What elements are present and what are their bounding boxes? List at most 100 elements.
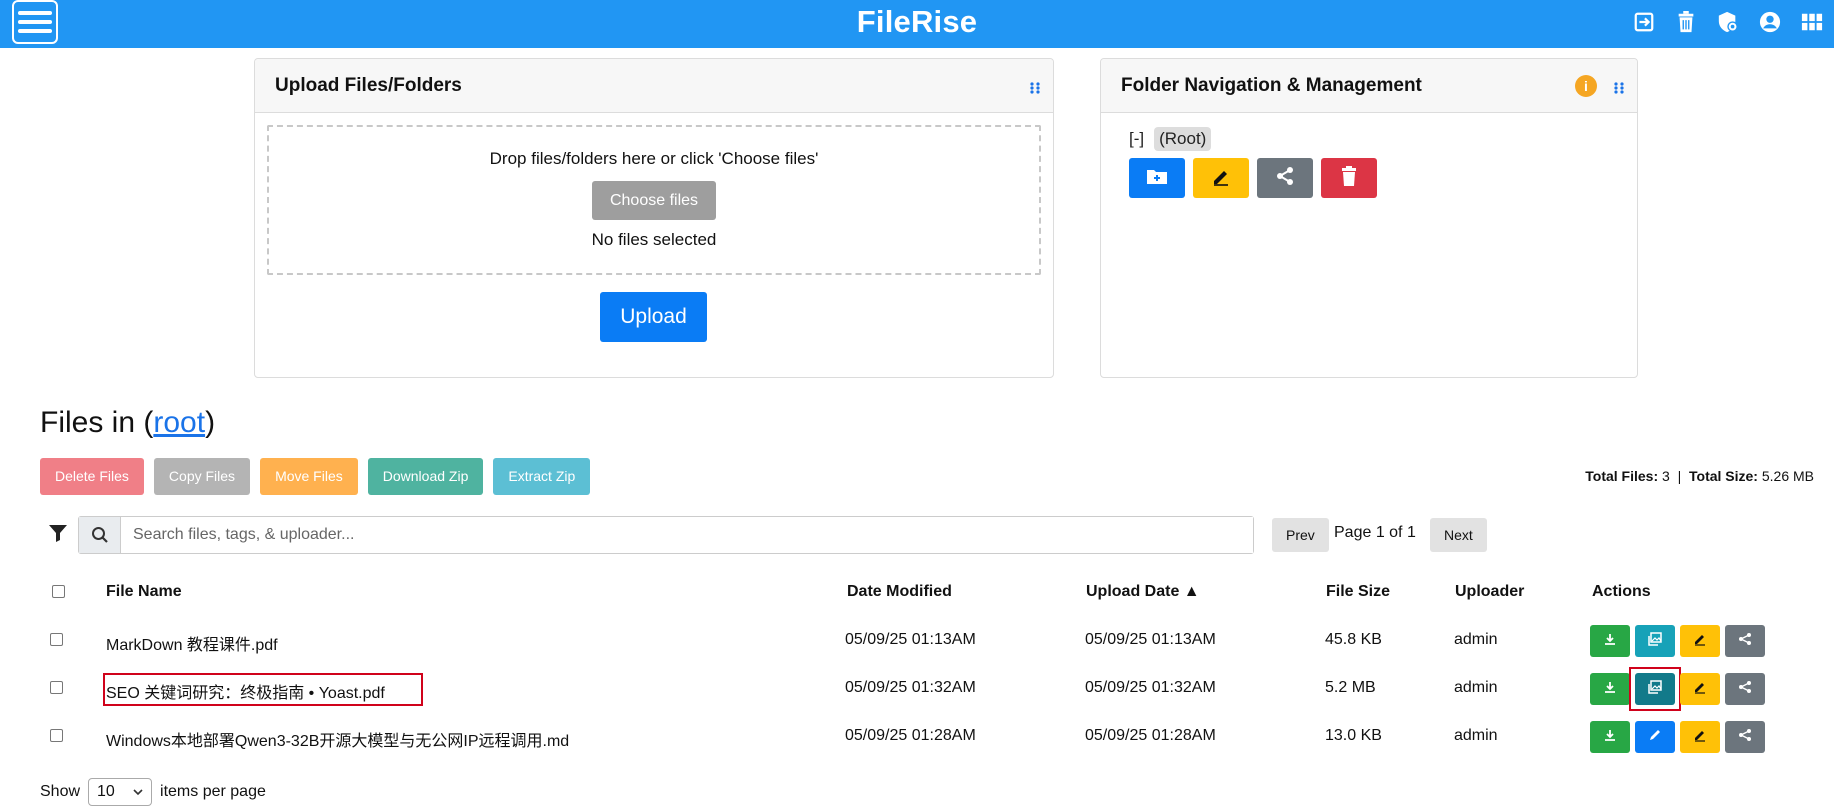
column-date-modified[interactable]: Date Modified — [847, 583, 952, 601]
rename-button[interactable] — [1680, 673, 1720, 705]
upload-date: 05/09/25 01:32AM — [1085, 679, 1216, 696]
share-button[interactable] — [1725, 625, 1765, 657]
filter-icon[interactable] — [48, 524, 68, 547]
gallery-icon — [1648, 679, 1662, 699]
share-icon — [1738, 728, 1752, 747]
folder-plus-icon — [1146, 167, 1168, 190]
uploader: admin — [1454, 631, 1498, 648]
tree-collapse-toggle[interactable]: [-] — [1129, 129, 1144, 149]
items-per-page-value: 10 — [97, 783, 115, 800]
move-files-button[interactable]: Move Files — [260, 458, 358, 495]
items-per-page-select[interactable]: 10 — [88, 778, 153, 806]
share-icon — [1275, 166, 1295, 191]
search-input[interactable] — [121, 517, 1253, 553]
grid-icon[interactable] — [1800, 10, 1824, 34]
admin-shield-icon[interactable] — [1716, 10, 1740, 34]
date-modified: 05/09/25 01:32AM — [845, 679, 976, 696]
row-checkbox[interactable] — [50, 681, 63, 694]
top-header: FileRise — [0, 0, 1834, 48]
file-totals: Total Files: 3 | Total Size: 5.26 MB — [1585, 468, 1814, 484]
chevron-down-icon — [133, 783, 143, 801]
folder-actions — [1129, 158, 1377, 198]
file-size: 13.0 KB — [1325, 727, 1382, 744]
rename-button[interactable] — [1680, 721, 1720, 753]
download-button[interactable] — [1590, 673, 1630, 705]
gallery-icon — [1648, 631, 1662, 651]
trash-icon — [1341, 165, 1357, 191]
preview-button[interactable] — [1635, 625, 1675, 657]
folder-card: Folder Navigation & Management i [-] (Ro… — [1100, 58, 1638, 378]
column-file-size[interactable]: File Size — [1326, 583, 1390, 601]
copy-files-button[interactable]: Copy Files — [153, 458, 251, 495]
row-checkbox[interactable] — [50, 633, 63, 646]
drop-zone-text: Drop files/folders here or click 'Choose… — [489, 149, 819, 168]
edit-button[interactable] — [1635, 721, 1675, 753]
pen-icon — [1693, 632, 1707, 651]
items-per-page-suffix: items per page — [160, 783, 266, 800]
drop-zone[interactable]: Drop files/folders here or click 'Choose… — [267, 125, 1041, 275]
page-indicator: Page 1 of 1 — [1334, 524, 1416, 541]
preview-button[interactable] — [1635, 673, 1675, 705]
rename-button[interactable] — [1680, 625, 1720, 657]
upload-card-title: Upload Files/Folders — [275, 74, 462, 96]
row-checkbox[interactable] — [50, 729, 63, 742]
uploader: admin — [1454, 727, 1498, 744]
drag-handle-icon[interactable] — [1029, 79, 1041, 101]
search-icon — [79, 517, 121, 553]
upload-date: 05/09/25 01:13AM — [1085, 631, 1216, 648]
download-button[interactable] — [1590, 721, 1630, 753]
file-name[interactable]: Windows本地部署Qwen3-32B开源大模型与无公网IP远程调用.md — [106, 727, 569, 751]
file-name[interactable]: MarkDown 教程课件.pdf — [106, 631, 278, 655]
rename-folder-button[interactable] — [1193, 158, 1249, 198]
share-button[interactable] — [1725, 721, 1765, 753]
drag-handle-icon[interactable] — [1613, 79, 1625, 101]
create-folder-button[interactable] — [1129, 158, 1185, 198]
selected-files-status: No files selected — [591, 230, 717, 249]
logout-icon[interactable] — [1632, 10, 1656, 34]
header-actions — [1632, 10, 1824, 34]
date-modified: 05/09/25 01:13AM — [845, 631, 976, 648]
column-upload-date[interactable]: Upload Date ▲ — [1086, 583, 1200, 601]
totals-separator: | — [1677, 468, 1682, 484]
column-actions: Actions — [1592, 583, 1651, 600]
search-bar — [78, 516, 1254, 554]
column-uploader[interactable]: Uploader — [1455, 583, 1524, 601]
total-size-label: Total Size: — [1689, 468, 1758, 484]
date-modified: 05/09/25 01:28AM — [845, 727, 976, 744]
file-size: 5.2 MB — [1325, 679, 1376, 696]
file-size: 45.8 KB — [1325, 631, 1382, 648]
items-per-page: Show 10 items per page — [40, 778, 266, 806]
user-circle-icon[interactable] — [1758, 10, 1782, 34]
total-size-value: 5.26 MB — [1761, 468, 1814, 484]
root-folder-node[interactable]: (Root) — [1154, 127, 1212, 151]
total-files-label: Total Files: — [1585, 468, 1659, 484]
choose-files-button[interactable]: Choose files — [592, 181, 716, 220]
info-icon[interactable]: i — [1575, 75, 1597, 97]
delete-folder-button[interactable] — [1321, 158, 1377, 198]
total-files-value: 3 — [1662, 468, 1670, 484]
upload-button[interactable]: Upload — [600, 292, 707, 342]
delete-files-button[interactable]: Delete Files — [40, 458, 144, 495]
folder-card-header: Folder Navigation & Management i — [1101, 59, 1637, 113]
files-heading-prefix: Files in ( — [40, 406, 154, 439]
uploader: admin — [1454, 679, 1498, 696]
download-button[interactable] — [1590, 625, 1630, 657]
share-button[interactable] — [1725, 673, 1765, 705]
app-title: FileRise — [856, 4, 978, 39]
trash-bin-icon[interactable] — [1674, 10, 1698, 34]
select-all-checkbox[interactable] — [52, 585, 65, 598]
share-icon — [1738, 632, 1752, 651]
folder-tree: [-] (Root) — [1129, 127, 1212, 151]
prev-page-button[interactable]: Prev — [1272, 518, 1329, 552]
download-icon — [1604, 632, 1616, 650]
bulk-actions: Delete Files Copy Files Move Files Downl… — [40, 458, 591, 495]
next-page-button[interactable]: Next — [1430, 518, 1487, 552]
share-folder-button[interactable] — [1257, 158, 1313, 198]
upload-date: 05/09/25 01:28AM — [1085, 727, 1216, 744]
extract-zip-button[interactable]: Extract Zip — [493, 458, 591, 495]
column-file-name[interactable]: File Name — [106, 583, 182, 601]
current-folder-link[interactable]: root — [153, 406, 205, 439]
download-zip-button[interactable]: Download Zip — [367, 458, 484, 495]
share-icon — [1738, 680, 1752, 699]
file-name[interactable]: SEO 关键词研究：终极指南 • Yoast.pdf — [106, 679, 385, 703]
